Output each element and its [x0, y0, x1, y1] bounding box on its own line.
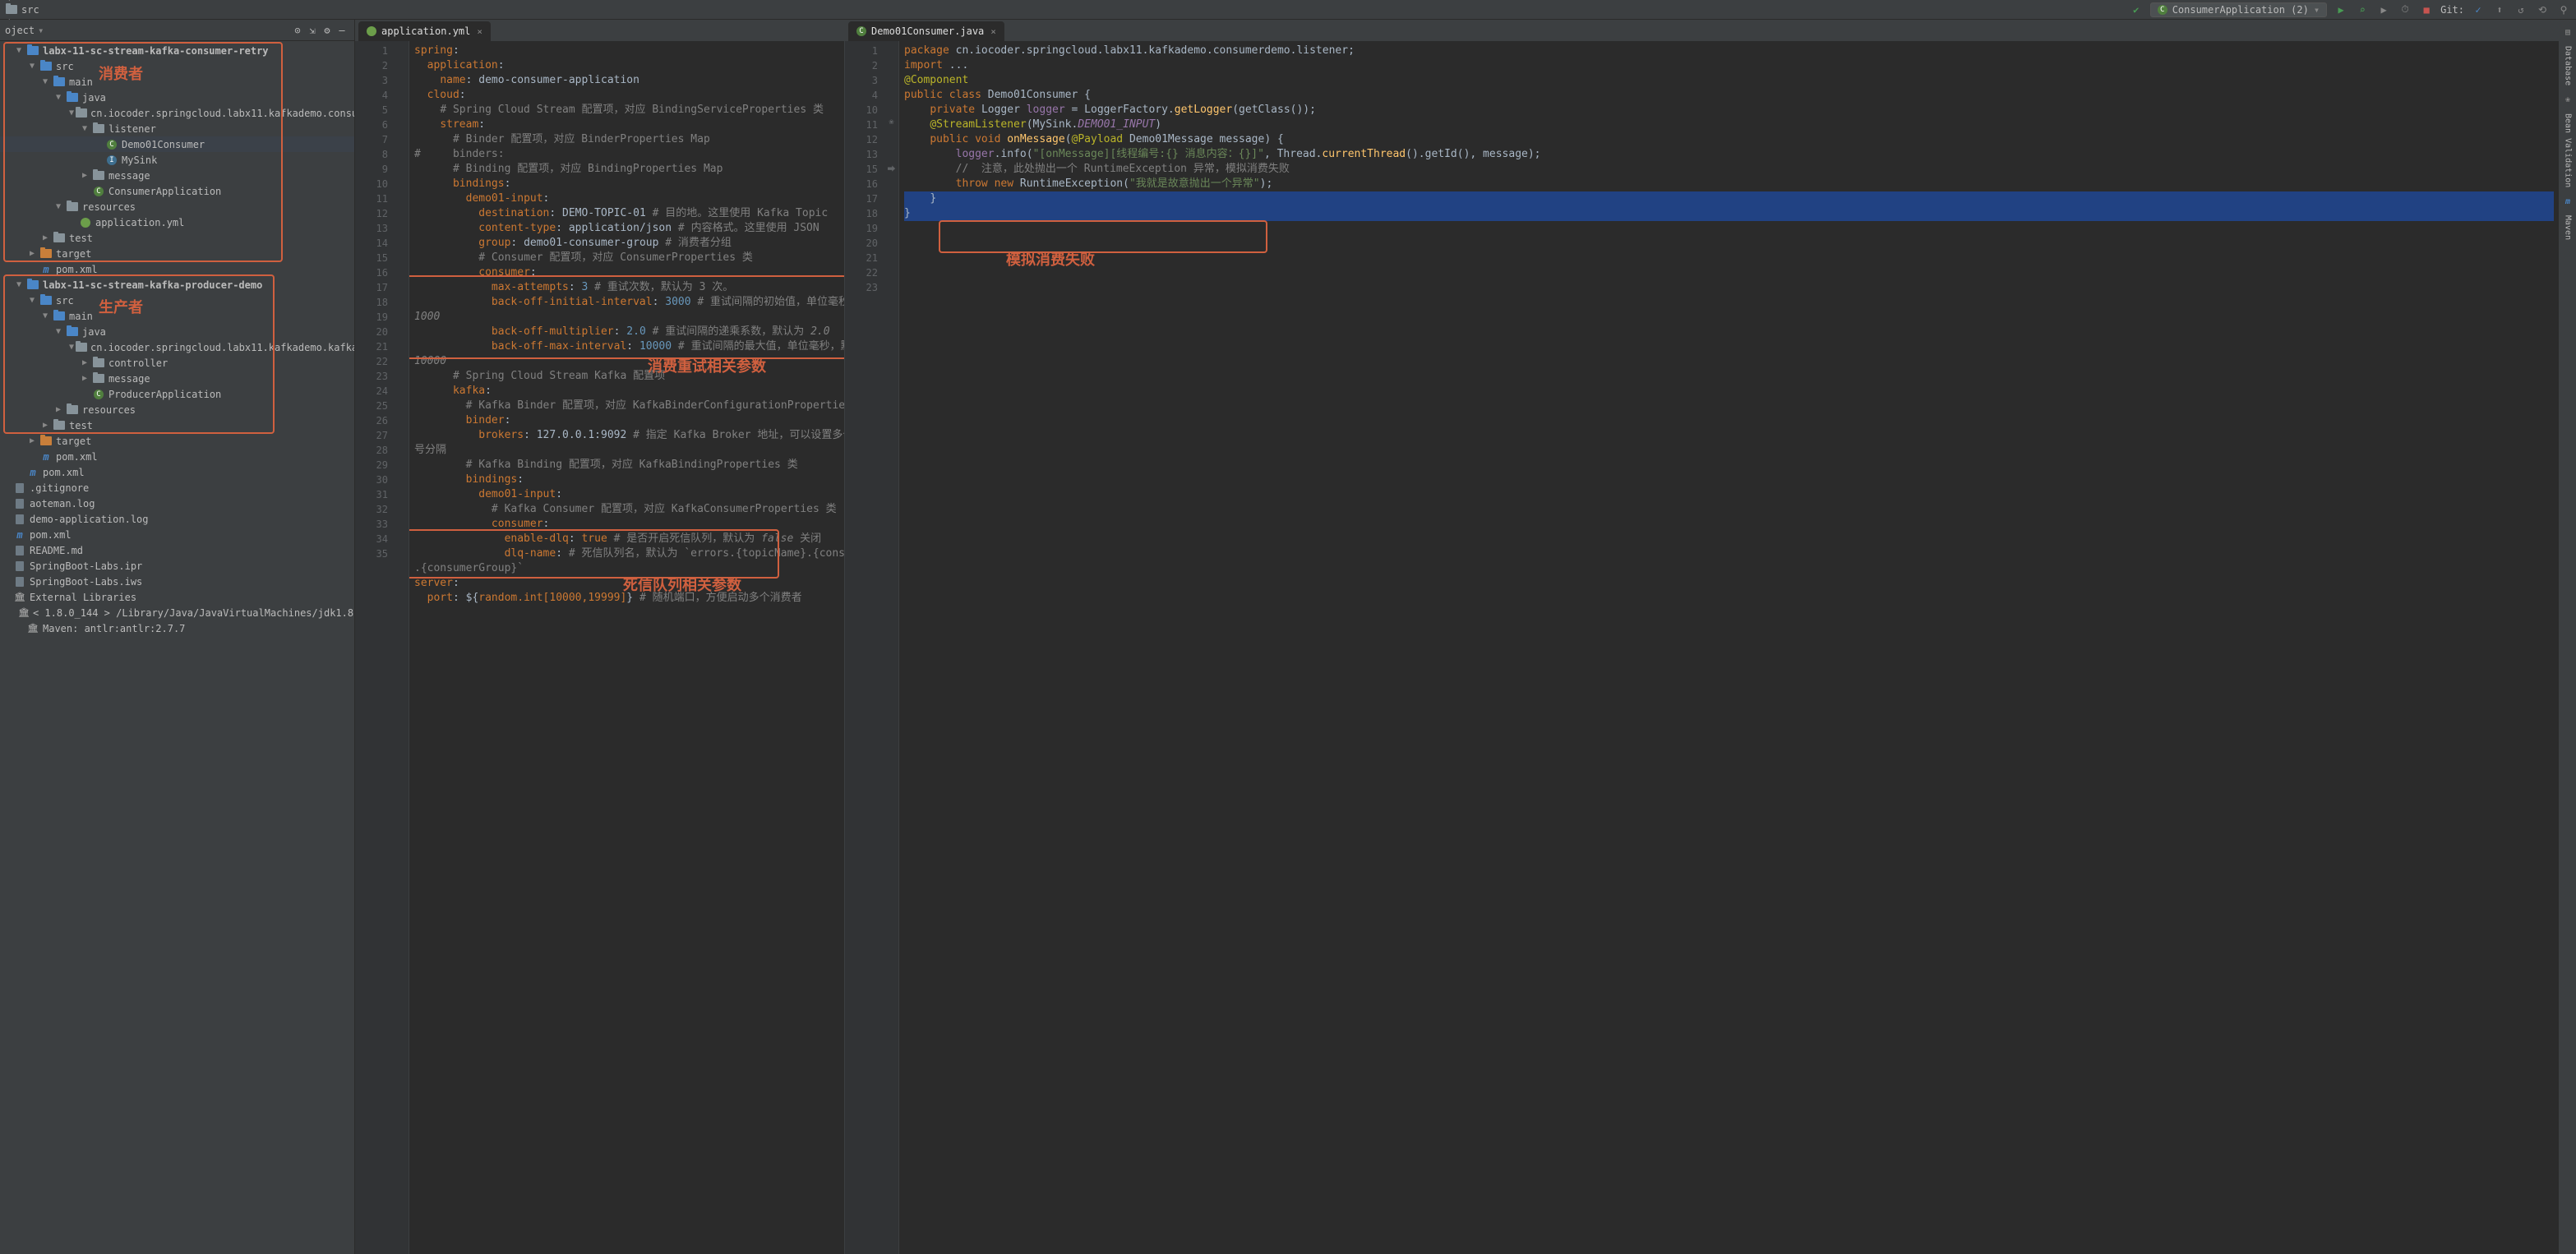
breadcrumb-segment[interactable]: src: [5, 3, 247, 16]
tab-demo01consumer[interactable]: C Demo01Consumer.java ×: [848, 21, 1004, 41]
database-icon[interactable]: ▤: [2560, 25, 2575, 39]
tree-node[interactable]: ▶resources: [0, 402, 354, 417]
tree-node[interactable]: ▼cn.iocoder.springcloud.labx11.kafkademo…: [0, 105, 354, 121]
yml-code-area[interactable]: spring: application: name: demo-consumer…: [409, 41, 844, 1254]
database-tool-label[interactable]: Database: [2564, 46, 2573, 85]
tree-node[interactable]: demo-application.log: [0, 511, 354, 527]
tree-node[interactable]: CDemo01Consumer: [0, 136, 354, 152]
tab-application-yml[interactable]: application.yml ×: [358, 21, 491, 41]
tree-node[interactable]: ▼src: [0, 293, 354, 308]
bean-icon[interactable]: ❀: [2560, 92, 2575, 107]
tree-node[interactable]: aoteman.log: [0, 496, 354, 511]
select-opened-icon[interactable]: ⊙: [290, 23, 305, 38]
maven-icon[interactable]: m: [2560, 194, 2575, 209]
tree-node[interactable]: ▼labx-11-sc-stream-kafka-producer-demo: [0, 277, 354, 293]
project-tool-window: oject ▾ ⊙ ⇲ ⚙ — 消费者 生产者 ▼labx-11-sc-stre…: [0, 20, 355, 1254]
tree-node[interactable]: ▼main: [0, 74, 354, 90]
tree-node[interactable]: mpom.xml: [0, 464, 354, 480]
annotation-producer-label: 生产者: [99, 296, 143, 317]
project-view-label[interactable]: oject: [5, 25, 35, 36]
yaml-icon: [367, 26, 376, 36]
search-icon[interactable]: ⚲: [2556, 2, 2571, 17]
right-tool-strip: ▤ Database ❀ Bean Validation m Maven: [2560, 20, 2576, 1254]
debug-icon[interactable]: ⌕: [2355, 2, 2370, 17]
annotation-consumer-label: 消费者: [99, 62, 143, 84]
tab-label: application.yml: [381, 25, 470, 37]
vcs-rollback-icon[interactable]: ⟲: [2535, 2, 2550, 17]
java-gutter: 123410111213151617181920212223: [845, 41, 884, 1254]
tree-node[interactable]: ▶message: [0, 168, 354, 183]
tree-node[interactable]: mpom.xml: [0, 449, 354, 464]
project-tree[interactable]: 消费者 生产者 ▼labx-11-sc-stream-kafka-consume…: [0, 41, 354, 1254]
class-icon: C: [856, 26, 866, 36]
tree-node[interactable]: ▶controller: [0, 355, 354, 371]
coverage-icon[interactable]: ▶: [2376, 2, 2391, 17]
tree-node[interactable]: 🏛External Libraries: [0, 589, 354, 605]
profile-icon[interactable]: ⏱: [2398, 2, 2412, 17]
run-config-selector[interactable]: C ConsumerApplication (2) ▾: [2150, 2, 2327, 17]
tree-node[interactable]: ▼java: [0, 90, 354, 105]
maven-tool-label[interactable]: Maven: [2564, 215, 2573, 240]
annotation-fail-label: 模拟消费失败: [1006, 253, 1095, 268]
tree-node[interactable]: SpringBoot-Labs.ipr: [0, 558, 354, 574]
tree-node[interactable]: CProducerApplication: [0, 386, 354, 402]
tree-node[interactable]: ▶target: [0, 433, 354, 449]
hide-icon[interactable]: —: [335, 23, 349, 38]
tree-node[interactable]: ▶test: [0, 417, 354, 433]
tree-node[interactable]: ▼labx-11-sc-stream-kafka-consumer-retry: [0, 43, 354, 58]
tree-node[interactable]: ▼java: [0, 324, 354, 339]
settings-icon[interactable]: ⚙: [320, 23, 335, 38]
stop-icon[interactable]: ■: [2419, 2, 2434, 17]
close-tab-icon[interactable]: ×: [477, 26, 482, 37]
tree-node[interactable]: ▼listener: [0, 121, 354, 136]
vcs-update-icon[interactable]: ✓: [2471, 2, 2486, 17]
tree-node[interactable]: .gitignore: [0, 480, 354, 496]
right-editor-pane: C Demo01Consumer.java × 1234101112131516…: [845, 20, 2560, 1254]
annotation-retry-params: 消费重试相关参数: [648, 360, 766, 375]
tree-node[interactable]: ▼main: [0, 308, 354, 324]
tree-node[interactable]: 🏛< 1.8.0_144 > /Library/Java/JavaVirtual…: [0, 605, 354, 620]
left-editor-pane: application.yml × 1234567891011121314151…: [355, 20, 845, 1254]
annotation-dlq-params: 死信队列相关参数: [623, 579, 741, 593]
editor-tabs-left: application.yml ×: [355, 20, 844, 41]
checkmark-icon[interactable]: ✔: [2129, 2, 2144, 17]
tree-node[interactable]: mpom.xml: [0, 527, 354, 542]
tree-node[interactable]: IMySink: [0, 152, 354, 168]
tree-node[interactable]: mpom.xml: [0, 261, 354, 277]
run-config-label: ConsumerApplication (2): [2172, 4, 2309, 16]
tree-node[interactable]: CConsumerApplication: [0, 183, 354, 199]
tree-node[interactable]: README.md: [0, 542, 354, 558]
vcs-history-icon[interactable]: ↺: [2514, 2, 2528, 17]
tree-node[interactable]: ▶test: [0, 230, 354, 246]
tree-node[interactable]: ▼resources: [0, 199, 354, 214]
collapse-icon[interactable]: ⇲: [305, 23, 320, 38]
tree-node[interactable]: 🏛Maven: antlr:antlr:2.7.7: [0, 620, 354, 636]
run-icon[interactable]: ▶: [2334, 2, 2348, 17]
tree-node[interactable]: application.yml: [0, 214, 354, 230]
java-code-area[interactable]: package cn.iocoder.springcloud.labx11.ka…: [899, 41, 2559, 1254]
tree-node[interactable]: ▼cn.iocoder.springcloud.labx11.kafkademo…: [0, 339, 354, 355]
tree-node[interactable]: SpringBoot-Labs.iws: [0, 574, 354, 589]
editor-tabs-right: C Demo01Consumer.java ×: [845, 20, 2559, 41]
close-tab-icon[interactable]: ×: [990, 26, 996, 37]
breadcrumb-bar: gBoot-Labs〉labx-11〉labx-11-sc-stream-kaf…: [0, 0, 2576, 20]
tree-node[interactable]: ▶target: [0, 246, 354, 261]
tree-node[interactable]: ▼src: [0, 58, 354, 74]
tree-node[interactable]: ▶message: [0, 371, 354, 386]
tab-label: Demo01Consumer.java: [871, 25, 984, 37]
bean-validation-label[interactable]: Bean Validation: [2564, 113, 2573, 187]
yml-gutter: 1234567891011121314151617181920212223242…: [355, 41, 395, 1254]
vcs-commit-icon[interactable]: ⬆: [2492, 2, 2507, 17]
git-label: Git:: [2440, 4, 2464, 16]
